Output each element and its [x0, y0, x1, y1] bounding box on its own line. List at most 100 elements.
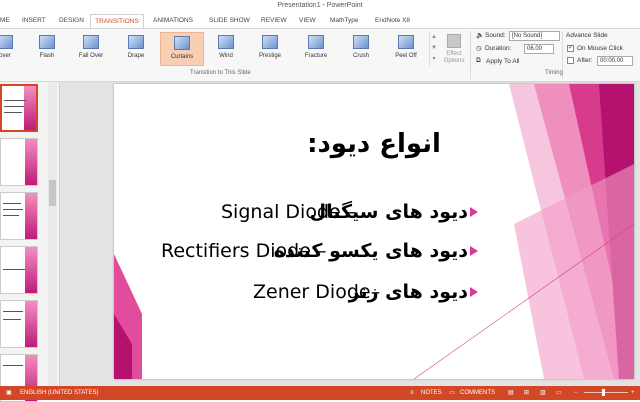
- bullet-1-ar: دیود های سیگنال: [309, 201, 468, 223]
- zoom-in-icon[interactable]: +: [631, 386, 635, 400]
- thumb-line: [4, 106, 24, 107]
- slide-title: انواع دیود:: [307, 129, 441, 159]
- status-bar: ▣ ENGLISH (UNITED STATES) ≡ NOTES ▭ COMM…: [0, 386, 640, 400]
- zoom-out-icon[interactable]: −: [574, 386, 578, 400]
- curtains-icon: [174, 36, 190, 50]
- after-label: After:: [577, 57, 593, 64]
- thumb-line: [3, 209, 23, 210]
- thumb-line: [3, 365, 23, 366]
- scrollbar-thumb[interactable]: [49, 180, 56, 206]
- slide-canvas[interactable]: انواع دیود: Signal Diode – دیود های سیگن…: [114, 84, 634, 379]
- gallery-scroll[interactable]: ▲ ▼ ▾: [429, 32, 438, 66]
- bullet-2-ar: دیود های یکسو کننده: [273, 240, 468, 262]
- thumb-decoration: [25, 139, 37, 185]
- duration-input[interactable]: 06.00: [524, 44, 554, 54]
- apply-all-button[interactable]: Apply To All: [486, 58, 519, 65]
- tab-slide-show[interactable]: SLIDE SHOW: [209, 14, 250, 28]
- window-title: Presentation1 - PowerPoint: [277, 2, 363, 9]
- wind-icon: [218, 35, 234, 49]
- thumb-decoration: [24, 86, 36, 130]
- sound-icon: 🔈: [476, 32, 485, 39]
- tab-design[interactable]: DESIGN: [59, 14, 84, 28]
- zoom-slider-thumb[interactable]: [602, 389, 605, 396]
- sound-label: Sound:: [485, 32, 506, 39]
- transition-peel-off[interactable]: Peel Off: [387, 32, 425, 66]
- comments-icon: ▭: [449, 390, 455, 396]
- spellcheck-icon[interactable]: ▣: [6, 386, 12, 400]
- slideshow-view-icon[interactable]: ▭: [556, 386, 562, 400]
- thumb-line: [3, 215, 19, 216]
- duration-icon: ◷: [476, 45, 482, 52]
- effect-options-button[interactable]: Effect Options: [440, 32, 468, 70]
- transition-crush[interactable]: Crush: [342, 32, 380, 66]
- slide-thumbnails: [0, 82, 60, 402]
- notes-icon: ≡: [410, 390, 414, 396]
- bullet-arrow-icon: [470, 246, 478, 256]
- bullet-3-ar: دیود های زنر: [348, 281, 468, 303]
- flash-icon: [39, 35, 55, 49]
- tab-transitions[interactable]: TRANSITIONS: [90, 14, 144, 28]
- thumb-line: [4, 100, 26, 101]
- tab-home[interactable]: ME: [0, 14, 16, 28]
- slide-sorter-icon[interactable]: ⊞: [524, 386, 529, 400]
- on-mouse-click-checkbox[interactable]: ✓: [567, 45, 574, 52]
- thumb-decoration: [25, 193, 37, 239]
- duration-label: Duration:: [485, 45, 512, 52]
- slide-thumb-5[interactable]: [0, 300, 38, 348]
- transition-drape[interactable]: Drape: [117, 32, 155, 66]
- gallery-down-icon[interactable]: ▼: [430, 43, 438, 54]
- peel-off-icon: [398, 35, 414, 49]
- on-mouse-click-label: On Mouse Click: [577, 45, 623, 52]
- transition-flash[interactable]: Flash: [28, 32, 66, 66]
- comments-button[interactable]: COMMENTS: [460, 386, 495, 400]
- gallery-up-icon[interactable]: ▲: [430, 32, 438, 43]
- thumb-line: [3, 319, 21, 320]
- thumb-decoration: [25, 301, 37, 347]
- transition-fall-over[interactable]: Fall Over: [72, 32, 110, 66]
- effect-options-icon: [447, 34, 461, 48]
- transition-cover[interactable]: over: [0, 32, 24, 66]
- advance-slide-label: Advance Slide: [566, 32, 608, 39]
- thumbnail-scrollbar[interactable]: [48, 82, 57, 386]
- crush-icon: [353, 35, 369, 49]
- ribbon-tabs: ME INSERT DESIGN TRANSITIONS ANIMATIONS …: [0, 12, 640, 28]
- normal-view-icon[interactable]: ▤: [508, 386, 514, 400]
- tab-endnote[interactable]: EndNote X8: [375, 14, 410, 28]
- transition-curtains[interactable]: Curtains: [160, 32, 204, 66]
- after-input[interactable]: 00:00.00: [597, 56, 633, 66]
- sound-select[interactable]: [No Sound]: [509, 31, 560, 41]
- tab-review[interactable]: REVIEW: [261, 14, 287, 28]
- slide-thumb-1[interactable]: [0, 84, 38, 132]
- thumb-line: [3, 311, 23, 312]
- tab-view[interactable]: VIEW: [299, 14, 316, 28]
- apply-all-icon: ⧉: [476, 57, 481, 64]
- fracture-icon: [308, 35, 324, 49]
- group-label-timing: Timing: [545, 70, 563, 76]
- transition-wind[interactable]: Wind: [207, 32, 245, 66]
- gallery-more-icon[interactable]: ▾: [430, 54, 438, 65]
- tab-animations[interactable]: ANIMATIONS: [153, 14, 193, 28]
- thumb-line: [4, 112, 22, 113]
- slide-thumb-2[interactable]: [0, 138, 38, 186]
- language-status[interactable]: ENGLISH (UNITED STATES): [20, 386, 98, 400]
- fall-over-icon: [83, 35, 99, 49]
- ribbon: over Flash Fall Over Drape Curtains Wind…: [0, 28, 640, 82]
- reading-view-icon[interactable]: ▥: [540, 386, 546, 400]
- group-label-transition: Transition to This Slide: [190, 70, 251, 76]
- group-divider: [470, 31, 471, 79]
- prestige-icon: [262, 35, 278, 49]
- tab-insert[interactable]: INSERT: [22, 14, 46, 28]
- transition-prestige[interactable]: Prestige: [251, 32, 289, 66]
- after-checkbox[interactable]: [567, 57, 574, 64]
- slide-thumb-4[interactable]: [0, 246, 38, 294]
- thumb-line: [3, 269, 25, 270]
- notes-button[interactable]: NOTES: [421, 386, 442, 400]
- title-bar: Presentation1 - PowerPoint: [0, 0, 640, 12]
- slide-thumb-3[interactable]: [0, 192, 38, 240]
- zoom-slider[interactable]: [584, 389, 628, 396]
- tab-mathtype[interactable]: MathType: [330, 14, 359, 28]
- workspace: انواع دیود: Signal Diode – دیود های سیگن…: [0, 82, 640, 402]
- transition-fracture[interactable]: Fracture: [297, 32, 335, 66]
- thumb-line: [3, 203, 21, 204]
- bullet-arrow-icon: [470, 207, 478, 217]
